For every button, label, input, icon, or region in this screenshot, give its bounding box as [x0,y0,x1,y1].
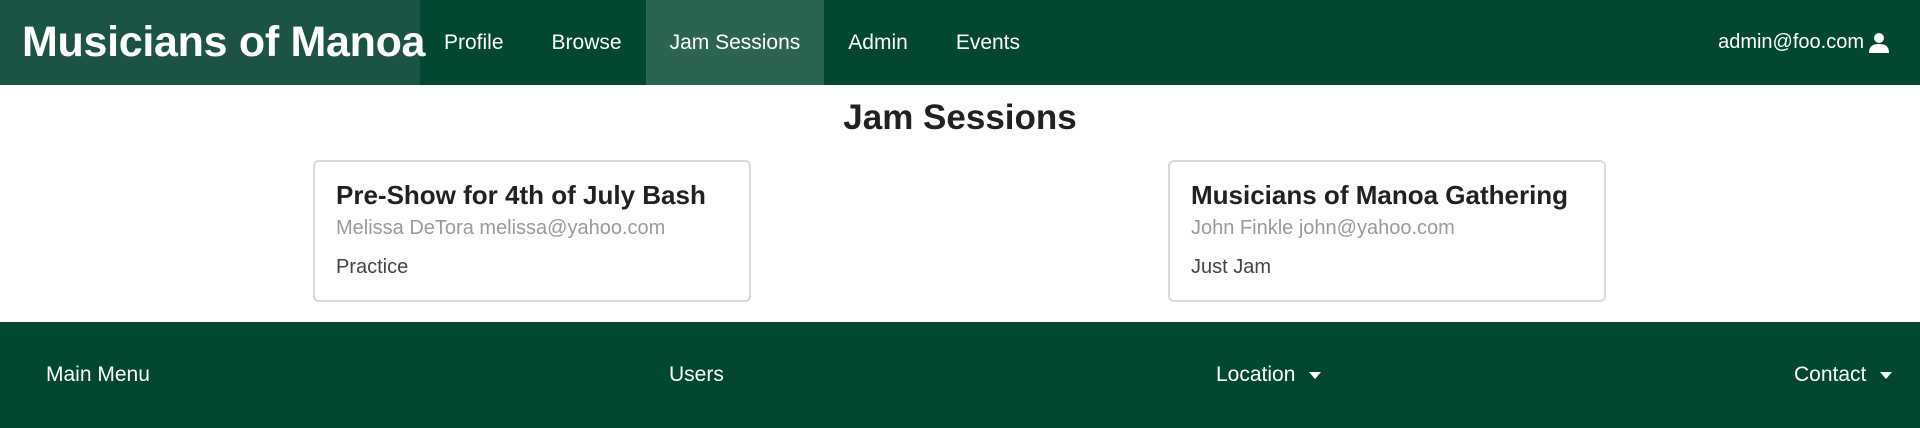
card-organizer: John Finkle john@yahoo.com [1191,217,1455,239]
nav-item-jam-sessions[interactable]: Jam Sessions [645,0,825,85]
footer-item-location[interactable]: Location [1216,322,1322,428]
user-menu[interactable]: admin@foo.com [1718,0,1890,85]
card-description: Practice [336,256,409,278]
card-title: Pre-Show for 4th of July Bash [336,180,706,210]
footer-item-label: Location [1216,363,1296,386]
top-navbar: Musicians of Manoa Profile Browse Jam Se… [0,0,1920,85]
card-title: Musicians of Manoa Gathering [1191,180,1569,210]
card-organizer: Melissa DeTora melissa@yahoo.com [336,217,666,239]
nav-item-profile[interactable]: Profile [420,0,528,85]
jam-session-card[interactable]: Musicians of Manoa Gathering John Finkle… [1168,160,1606,302]
footer-menu: Main Menu Users Location Contact [0,322,1920,428]
footer-item-users[interactable]: Users [669,322,724,428]
page-title: Jam Sessions [843,98,1077,137]
footer-item-label: Users [669,363,724,386]
brand-logo[interactable]: Musicians of Manoa [0,0,425,85]
footer-item-label: Main Menu [46,363,150,386]
card-description: Just Jam [1191,256,1272,278]
user-email: admin@foo.com [1718,31,1864,53]
footer-item-label: Contact [1794,363,1867,386]
footer-item-contact[interactable]: Contact [1794,322,1893,428]
chevron-down-icon [1309,371,1322,379]
jam-session-card[interactable]: Pre-Show for 4th of July Bash Melissa De… [313,160,751,302]
nav-item-admin[interactable]: Admin [824,0,932,85]
nav-item-browse[interactable]: Browse [528,0,646,85]
user-icon [1868,32,1890,54]
nav-menu: Profile Browse Jam Sessions Admin Events [420,0,1044,85]
chevron-down-icon [1880,371,1893,379]
nav-item-events[interactable]: Events [932,0,1044,85]
footer-item-main-menu[interactable]: Main Menu [46,322,150,428]
